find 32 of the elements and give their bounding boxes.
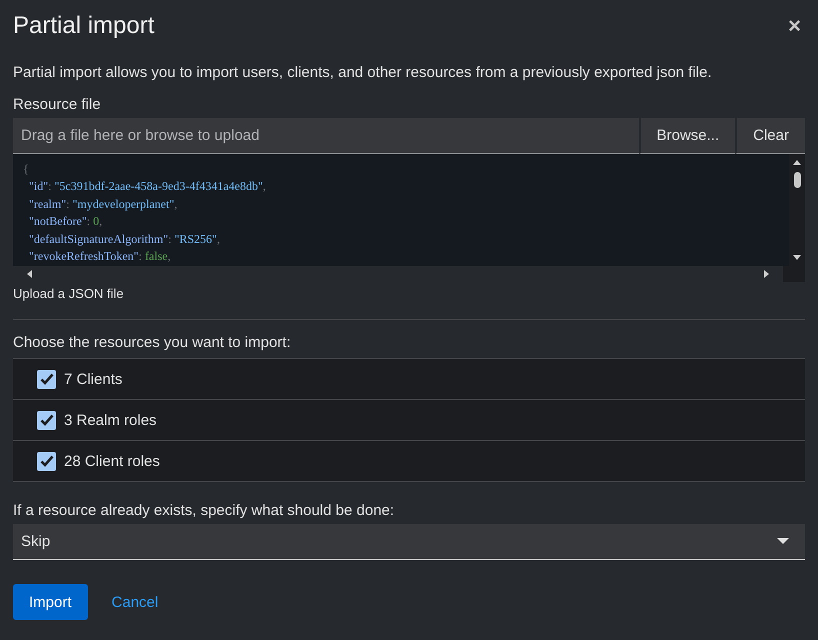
code-line: "notBefore": 0, bbox=[28, 213, 104, 230]
checkbox-label: 7 Clients bbox=[64, 370, 122, 388]
file-field[interactable]: Drag a file here or browse to upload bbox=[13, 118, 639, 154]
helper-text: Upload a JSON file bbox=[13, 286, 125, 301]
field-label: Resource file bbox=[13, 96, 102, 114]
vertical-scrollbar[interactable] bbox=[789, 154, 805, 266]
field-label: Choose the resources you want to import: bbox=[13, 334, 292, 352]
field-label: If a resource already exists, specify what should be done: bbox=[13, 502, 396, 520]
upload-button[interactable]: Browse... bbox=[638, 118, 736, 154]
code-line: "defaultSignatureAlgorithm": "RS256", bbox=[28, 230, 221, 248]
checkbox-label: 3 Realm roles bbox=[64, 412, 157, 428]
scroll-up-icon[interactable] bbox=[792, 158, 802, 166]
caret-icon bbox=[777, 538, 789, 545]
code-line: "realm": "mydeveloperplanet", bbox=[28, 196, 178, 213]
scroll-thumb[interactable] bbox=[794, 172, 800, 188]
import-button[interactable]: Import bbox=[13, 584, 88, 620]
checkbox-label: 28 Client roles bbox=[64, 452, 160, 470]
close-button[interactable]: × bbox=[784, 13, 805, 39]
description: Partial import allows you to import users, clients, and other resources from a previously exported json file. bbox=[13, 64, 713, 82]
checkbox[interactable] bbox=[37, 452, 56, 470]
select-dropdown[interactable]: Skip bbox=[13, 524, 805, 560]
upload-button[interactable]: Clear bbox=[735, 118, 805, 154]
scroll-right-icon[interactable] bbox=[763, 269, 771, 279]
code-line: "revokeRefreshToken": false, bbox=[28, 248, 172, 266]
dialog-title: Partial import bbox=[13, 12, 154, 40]
scroll-down-icon[interactable] bbox=[792, 254, 802, 262]
code-line: { bbox=[23, 161, 30, 178]
checkbox[interactable] bbox=[37, 410, 56, 430]
scroll-left-icon[interactable] bbox=[25, 269, 33, 279]
cancel-link[interactable]: Cancel bbox=[96, 594, 174, 610]
code-line: "id": "5c391bdf-2aae-458a-9ed3-4f4341a4e8db", bbox=[28, 178, 267, 196]
checkbox[interactable] bbox=[37, 370, 56, 388]
